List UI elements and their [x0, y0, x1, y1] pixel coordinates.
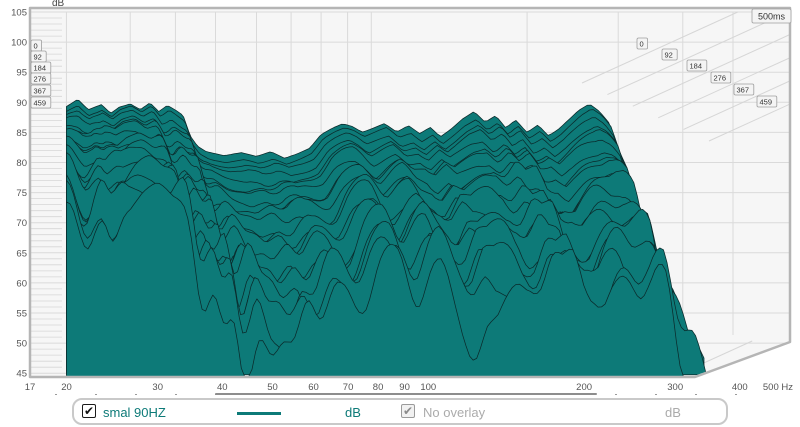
trace-unit-label: dB	[345, 405, 361, 420]
x-tick-label: 100	[420, 382, 436, 393]
x-tick-label: 200	[576, 382, 592, 393]
time-slice-label-left: 367	[34, 87, 47, 96]
trace-checkbox[interactable]: ✔	[82, 404, 96, 418]
x-tick-label: 90	[399, 382, 410, 393]
floor-time-line	[790, 341, 800, 376]
legend-bar: ✔ smal 90HZ dB ✔ No overlay dB	[72, 398, 728, 425]
time-slice-label-right: 367	[737, 86, 750, 95]
x-tick-label: 30	[152, 382, 163, 393]
trace-line-sample	[237, 412, 281, 415]
y-tick-label: 55	[16, 309, 27, 320]
x-tick-label: 400	[732, 382, 748, 393]
time-slice-label-left: 459	[34, 99, 47, 108]
time-slice-label-left: 184	[34, 64, 47, 73]
time-window-label: 500ms	[758, 12, 786, 22]
y-tick-label: 90	[16, 98, 27, 109]
waterfall-slices	[66, 99, 709, 376]
time-scrubber[interactable]	[215, 393, 597, 395]
x-tick-label: 60	[308, 382, 319, 393]
time-slice-label-right: 184	[690, 62, 703, 71]
x-tick-label: 80	[373, 382, 384, 393]
time-slice-label-right: 276	[714, 74, 727, 83]
overlay-label: No overlay	[423, 405, 486, 420]
time-slice-label-left: 92	[34, 53, 42, 62]
overlay-checkbox[interactable]: ✔	[401, 404, 415, 418]
y-tick-label: 60	[16, 278, 27, 289]
y-axis-title: dB	[52, 0, 65, 9]
x-tick-label: 40	[217, 382, 228, 393]
y-tick-label: 100	[11, 38, 27, 49]
waterfall-window: 0 0 92 92 184 184 276 276 367 367 459 459 500ms 105 10…	[0, 0, 800, 427]
time-slice-label-right: 459	[760, 98, 773, 107]
y-tick-label: 65	[16, 248, 27, 259]
y-tick-label: 95	[16, 68, 27, 79]
time-slice-label-right: 0	[640, 40, 644, 49]
y-tick-label: 45	[16, 369, 27, 380]
trace-label[interactable]: smal 90HZ	[103, 405, 166, 420]
plot-area[interactable]	[30, 8, 800, 377]
y-tick-label: 70	[16, 218, 27, 229]
time-slice-label-left: 0	[34, 42, 38, 51]
time-slice-label-right: 92	[665, 51, 673, 60]
x-tick-label: 500 Hz	[763, 382, 793, 393]
x-tick-label: 300	[667, 382, 683, 393]
time-slice-label-left: 276	[34, 75, 47, 84]
x-tick-label: 50	[267, 382, 278, 393]
x-tick-label: 70	[343, 382, 354, 393]
y-tick-label: 80	[16, 158, 27, 169]
y-tick-label: 85	[16, 128, 27, 139]
overlay-unit-label: dB	[665, 405, 681, 420]
x-tick-label: 20	[61, 382, 72, 393]
waterfall-chart[interactable]: 0 0 92 92 184 184 276 276 367 367 459 459 500ms 105 10…	[0, 0, 800, 427]
y-tick-label: 75	[16, 188, 27, 199]
y-tick-label: 105	[11, 8, 27, 19]
x-tick-label: 17	[25, 382, 36, 393]
y-tick-label: 50	[16, 339, 27, 350]
